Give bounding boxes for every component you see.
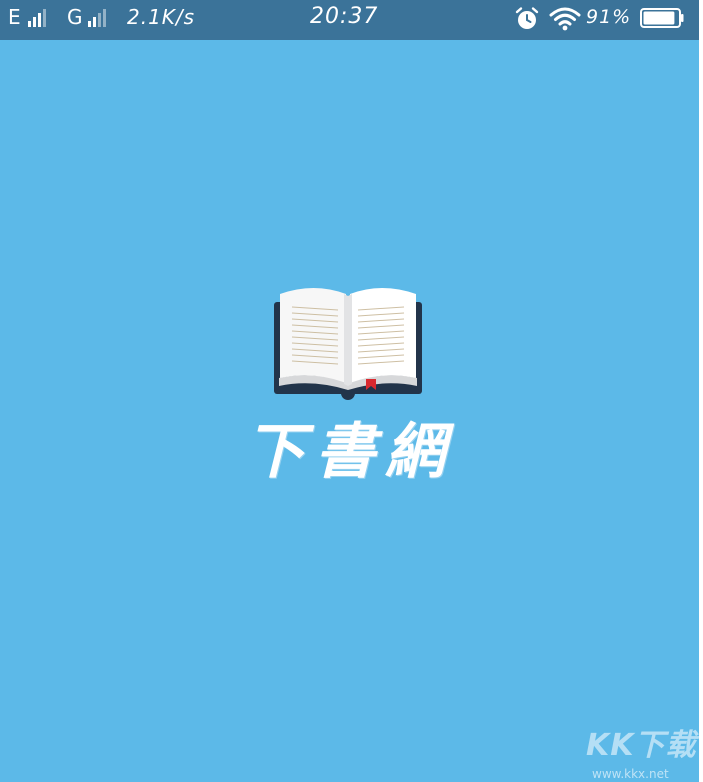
battery-percent: 91% — [586, 6, 632, 28]
watermark-logo: KK下载 — [586, 728, 697, 763]
battery-icon — [640, 8, 684, 28]
network-speed: 2.1K/s — [127, 5, 196, 29]
status-bar: E G 2.1K/s 20:37 91% — [0, 0, 699, 40]
clock-time: 20:37 — [310, 4, 379, 29]
sim2-network-type: G — [67, 5, 83, 29]
alarm-icon — [515, 7, 539, 29]
app-name: 下書網 — [245, 417, 455, 487]
battery-fill — [643, 11, 675, 25]
open-book-icon — [274, 288, 422, 400]
screen-edge — [699, 0, 703, 782]
sim1-network-type: E — [8, 5, 21, 29]
watermark-url: www.kkx.net — [592, 767, 669, 781]
wifi-icon — [549, 7, 581, 31]
watermark: KK下载 www.kkx.net — [586, 726, 699, 782]
sim2-signal-icon — [88, 9, 108, 27]
sim1-signal-icon — [28, 9, 48, 27]
splash-screen: E G 2.1K/s 20:37 91% 下書網 KK下载 www.kkx.ne… — [0, 0, 699, 782]
